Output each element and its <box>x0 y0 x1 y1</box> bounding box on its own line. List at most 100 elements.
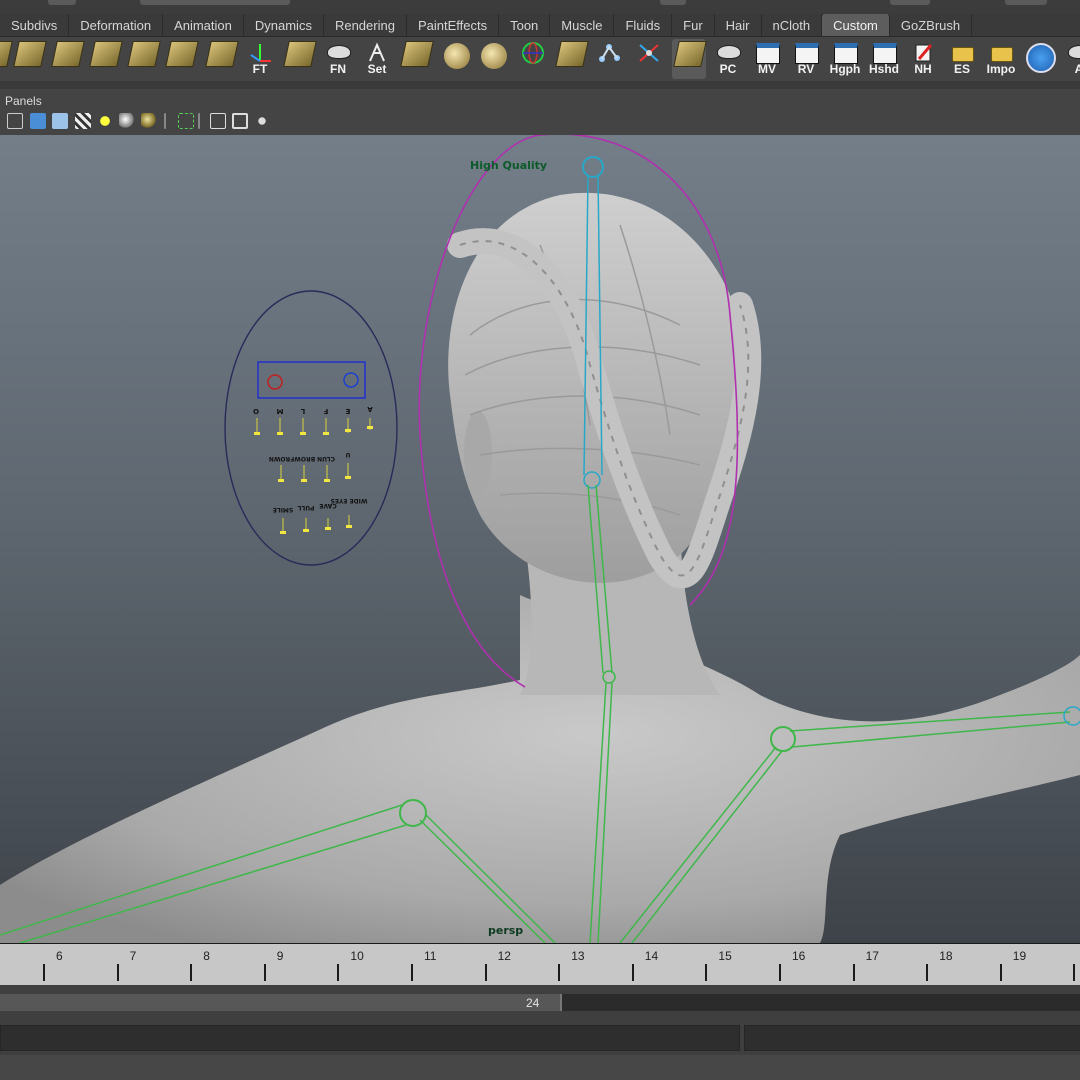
facial-box[interactable] <box>257 361 366 399</box>
scene-canvas: O M L F E A BROWFROWN CLUN U SMILE PULL … <box>0 135 1080 943</box>
range-end-value[interactable]: 24 <box>526 996 539 1010</box>
shelf-tool-button[interactable] <box>204 39 239 79</box>
frame-tick <box>705 964 708 981</box>
window-control[interactable] <box>890 0 930 5</box>
tab-dynamics[interactable]: Dynamics <box>244 14 324 36</box>
tab-muscle[interactable]: Muscle <box>550 14 615 36</box>
shelf-tool-button[interactable] <box>592 39 626 79</box>
shelf-tool-button[interactable] <box>672 39 707 79</box>
tab-ncloth[interactable]: nCloth <box>762 14 823 36</box>
cube-icon <box>205 41 239 67</box>
isolate-icon[interactable] <box>178 113 194 129</box>
pc-button[interactable]: PC <box>711 39 745 79</box>
eye-control-right[interactable] <box>343 372 359 388</box>
lattice-icon <box>165 41 199 67</box>
frame-tick <box>1073 964 1076 981</box>
command-line <box>0 1021 1080 1080</box>
light-icon[interactable] <box>97 113 113 129</box>
shadow-icon[interactable] <box>119 113 135 129</box>
rv-button[interactable]: RV <box>789 39 823 79</box>
eye-control-left[interactable] <box>267 374 283 390</box>
fn-button[interactable]: FN <box>321 39 355 79</box>
shelf-tool-button[interactable] <box>126 39 161 79</box>
frame-number: 7 <box>129 949 137 963</box>
window-control[interactable] <box>48 0 76 5</box>
shelf-tool-button[interactable] <box>478 39 512 79</box>
set-button[interactable]: Set <box>360 39 394 79</box>
face-letter-a: A <box>367 405 373 413</box>
smooth-shade-icon[interactable] <box>30 113 46 129</box>
ft-button[interactable]: FT <box>243 39 277 79</box>
transfer-icon <box>555 41 589 67</box>
window-control[interactable] <box>1005 0 1047 5</box>
command-input[interactable] <box>0 1025 740 1051</box>
shelf-tool-button[interactable] <box>0 39 13 79</box>
frame-number: 14 <box>644 949 659 963</box>
shelf-tool-button[interactable] <box>164 39 199 79</box>
face-label-pull: PULL <box>297 504 314 511</box>
facial-control-panel[interactable]: O M L F E A BROWFROWN CLUN U SMILE PULL … <box>224 290 398 566</box>
face-label-smile: SMILE <box>273 506 293 513</box>
hgph-button[interactable]: Hgph <box>828 39 862 79</box>
wireframe-icon[interactable] <box>7 113 23 129</box>
tab-hair[interactable]: Hair <box>715 14 762 36</box>
shelf-tool-button[interactable] <box>282 39 317 79</box>
tab-toon[interactable]: Toon <box>499 14 551 36</box>
shelf-tool-button[interactable] <box>632 39 666 79</box>
tab-custom[interactable]: Custom <box>822 14 890 36</box>
window-control[interactable] <box>140 0 290 5</box>
folder-icon <box>952 47 974 62</box>
impo-button[interactable]: Impo <box>984 39 1018 79</box>
frame-number: 6 <box>56 949 63 963</box>
xray-joints-icon[interactable] <box>232 113 248 129</box>
joint-chain-icon <box>599 44 620 62</box>
mesh-tool-icon <box>89 41 123 67</box>
material-icon[interactable] <box>141 113 157 129</box>
a-button[interactable]: A <box>1062 39 1080 79</box>
shelf-tool-button[interactable] <box>88 39 123 79</box>
texture-icon <box>283 41 317 67</box>
shelf-tool-button[interactable] <box>50 39 85 79</box>
hshd-button[interactable]: Hshd <box>867 39 901 79</box>
tab-fluids[interactable]: Fluids <box>614 14 673 36</box>
panels-menu[interactable]: Panels <box>5 94 42 108</box>
es-button[interactable]: ES <box>945 39 979 79</box>
share-icon[interactable] <box>254 113 270 129</box>
eye-icon <box>327 45 351 59</box>
quality-label: High Quality <box>470 159 548 172</box>
face-letter-l: L <box>300 407 305 415</box>
mv-button[interactable]: MV <box>750 39 784 79</box>
xray-icon[interactable] <box>210 113 226 129</box>
frame-tick <box>263 964 266 981</box>
texture-icon[interactable] <box>75 113 91 129</box>
tab-subdivs[interactable]: Subdivs <box>0 14 70 36</box>
frame-number: 17 <box>865 949 879 963</box>
mesh-tool-icon <box>51 41 85 67</box>
frame-tick <box>190 964 193 981</box>
shelf-tool-button[interactable] <box>1023 39 1057 79</box>
mesh-tool-icon <box>0 41 13 67</box>
shelf-tool-button[interactable] <box>516 39 550 79</box>
window-icon <box>873 43 897 64</box>
panel-toolbar: Panels <box>0 89 1080 135</box>
face-letter-e: E <box>345 407 350 415</box>
range-slider[interactable] <box>0 994 562 1011</box>
nh-button[interactable]: NH <box>906 39 940 79</box>
shade-wire-icon[interactable] <box>52 113 68 129</box>
window-control[interactable] <box>660 0 686 5</box>
tab-animation[interactable]: Animation <box>163 14 244 36</box>
shelf-tool-button[interactable] <box>12 39 47 79</box>
frame-tick <box>337 964 340 981</box>
ear-mesh[interactable] <box>464 411 492 495</box>
help-line <box>0 1055 1080 1080</box>
shelf-tool-button[interactable] <box>441 39 475 79</box>
tab-gozbrush[interactable]: GoZBrush <box>890 14 973 36</box>
tab-fur[interactable]: Fur <box>672 14 715 36</box>
shelf-tool-button[interactable] <box>399 39 434 79</box>
tab-deformation[interactable]: Deformation <box>69 14 164 36</box>
shelf-tool-button[interactable] <box>554 39 589 79</box>
time-slider[interactable]: 6 7 8 9 10 11 12 13 14 15 16 17 18 19 <box>0 943 1080 986</box>
tab-rendering[interactable]: Rendering <box>324 14 407 36</box>
tab-painteffects[interactable]: PaintEffects <box>407 14 500 36</box>
perspective-viewport[interactable]: O M L F E A BROWFROWN CLUN U SMILE PULL … <box>0 135 1080 943</box>
